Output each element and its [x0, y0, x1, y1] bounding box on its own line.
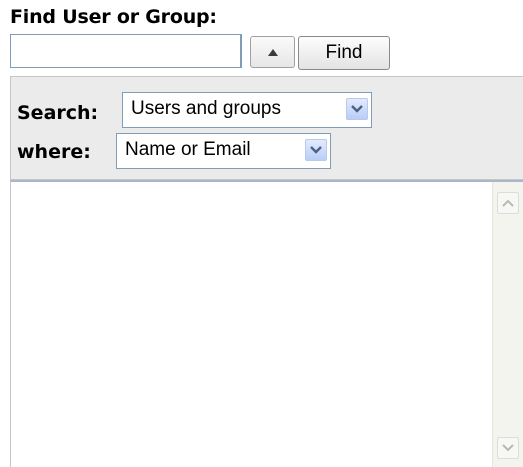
find-button[interactable]: Find [298, 36, 390, 70]
vertical-scrollbar[interactable] [492, 182, 523, 467]
where-value: Name or Email [125, 139, 251, 160]
scroll-up-icon[interactable] [497, 192, 519, 214]
find-user-group-title: Find User or Group: [10, 6, 217, 28]
where-label: where: [17, 141, 91, 163]
search-label: Search: [17, 102, 99, 124]
results-list[interactable] [10, 180, 523, 467]
where-select[interactable]: Name or Email [116, 133, 331, 169]
chevron-down-icon[interactable] [346, 98, 368, 120]
history-up-button[interactable] [250, 36, 295, 68]
find-input[interactable] [10, 34, 242, 68]
search-options-panel: Search: Users and groups where: Name or … [10, 76, 523, 180]
search-type-value: Users and groups [131, 98, 281, 119]
search-type-select[interactable]: Users and groups [122, 92, 372, 128]
chevron-down-icon[interactable] [305, 139, 327, 161]
triangle-up-icon [267, 48, 278, 56]
scroll-down-icon[interactable] [497, 437, 519, 459]
